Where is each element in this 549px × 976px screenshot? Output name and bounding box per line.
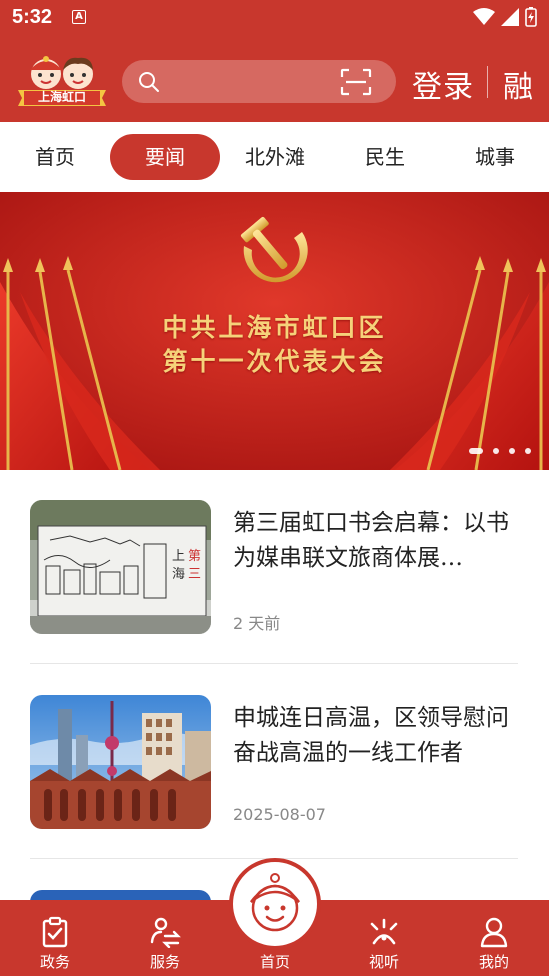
news-item[interactable]: 申城连日高温，区领导慰问奋战高温的一线工作者 2025-08-07 [30,695,518,835]
status-bar: 5:32 A [0,0,549,36]
news-thumbnail [30,695,211,829]
tab-north-bund[interactable]: 北外滩 [220,134,330,180]
banner-carousel[interactable]: 中共上海市虹口区 第十一次代表大会 [0,192,549,470]
status-icons [473,7,537,27]
login-button[interactable]: 登录 [412,62,474,106]
nav-label: 服务 [149,953,180,971]
app-screen: 5:32 A 上海虹口 登录 融 首页 要闻 北外滩 民生 城事 中共上海市虹口… [0,0,549,976]
svg-text:海: 海 [172,567,185,582]
signal-icon [501,8,519,26]
nav-label: 视听 [368,953,399,971]
svg-text:上: 上 [172,549,185,564]
channel-tabs: 首页 要闻 北外滩 民生 城事 [0,122,549,192]
user-icon [480,917,508,948]
nav-home-button[interactable] [229,858,321,950]
clipboard-check-icon [42,916,68,948]
carousel-dot[interactable] [525,448,531,454]
notification-a-icon: A [72,10,86,24]
app-logo[interactable]: 上海虹口 [14,52,110,110]
nav-label: 政务 [39,953,70,971]
app-header: 上海虹口 登录 融 [0,36,549,122]
carousel-dot[interactable] [493,448,499,454]
nav-home-label: 首页 [259,953,290,971]
nav-label: 我的 [478,953,509,971]
city-skyline-photo [30,695,211,829]
news-time: 2 天前 [233,614,281,633]
wifi-icon [473,8,495,25]
news-thumbnail: 上 海 第 三 [30,500,211,634]
svg-text:三: 三 [188,567,201,582]
banner-line2: 第十一次代表大会 [162,347,387,376]
news-title: 第三届虹口书会启幕：以书为媒串联文旅商体展… [233,510,509,571]
carousel-dot[interactable] [469,448,483,454]
person-swap-icon [150,917,181,948]
news-title: 申城连日高温，区领导慰问奋战高温的一线工作者 [233,705,509,766]
tab-city[interactable]: 城事 [440,134,549,180]
banner-line1: 中共上海市虹口区 [162,313,387,342]
tab-livelihood[interactable]: 民生 [330,134,440,180]
list-divider [30,663,518,664]
status-time: 5:32 [12,6,53,28]
scan-icon[interactable] [340,68,372,96]
nav-services[interactable]: 服务 [130,900,200,976]
news-time: 2025-08-07 [233,805,326,824]
carousel-dot[interactable] [509,448,515,454]
mascot-icon [250,873,300,932]
search-icon [139,72,159,92]
book-fair-photo: 上 海 第 三 [30,500,211,634]
search-input[interactable] [168,68,328,95]
rong-button[interactable]: 融 [503,62,533,106]
carousel-dots [469,448,531,454]
logo-text: 上海虹口 [37,90,86,104]
header-divider [487,66,488,98]
svg-text:第: 第 [188,549,201,564]
news-item[interactable]: 上 海 第 三 第三届虹口书会启幕：以书为媒串联文旅商体展… 2 天前 [30,500,518,640]
tab-home[interactable]: 首页 [0,134,110,180]
broadcast-icon [370,918,398,945]
nav-media[interactable]: 视听 [349,900,419,976]
search-bar[interactable] [122,60,396,103]
nav-government[interactable]: 政务 [20,900,90,976]
tab-news[interactable]: 要闻 [110,134,220,180]
nav-mine[interactable]: 我的 [459,900,529,976]
battery-charging-icon [525,7,537,27]
